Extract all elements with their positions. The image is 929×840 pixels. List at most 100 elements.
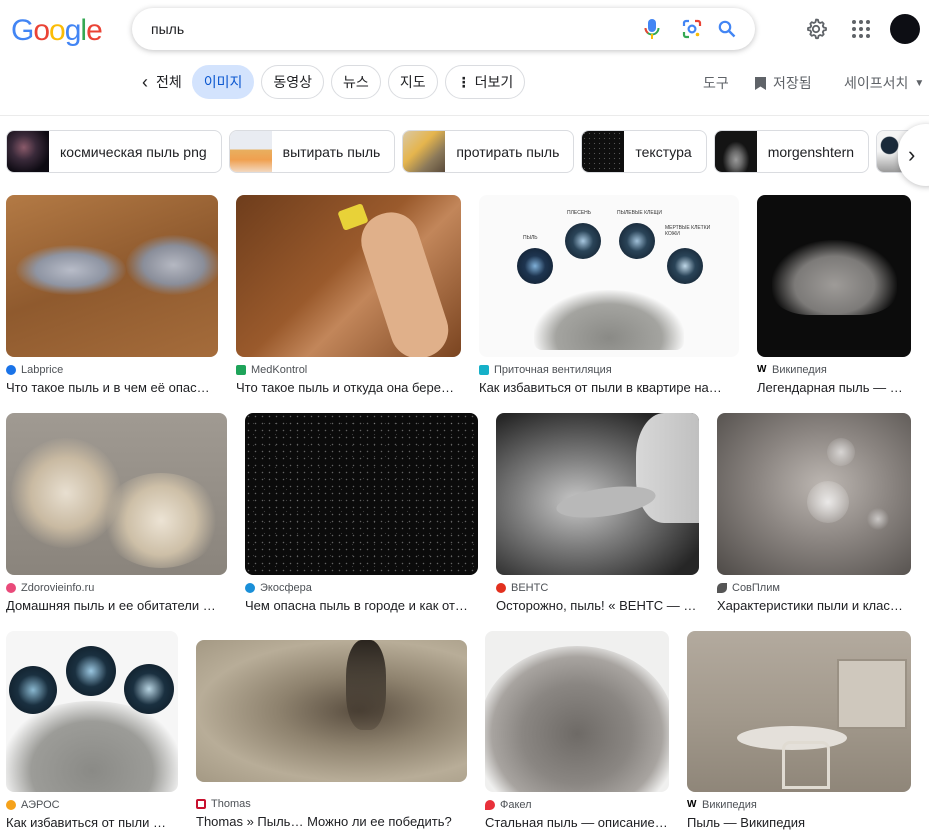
image-result[interactable]: Labprice Что такое пыль и в чем её опас…	[6, 195, 218, 395]
tab-images[interactable]: 이미지	[191, 65, 255, 99]
result-title[interactable]: Чем опасна пыль в городе и как от…	[245, 598, 478, 613]
diagram-label: ПЫЛЬ	[523, 235, 538, 241]
header-divider	[0, 115, 929, 116]
safesearch-label: 세이프서치	[844, 75, 909, 91]
diagram-label: ПЫЛЕВЫЕ КЛЕЩИ	[617, 210, 662, 216]
image-result[interactable]: W Википедия Пыль — Википедия	[687, 631, 911, 830]
result-image[interactable]	[496, 413, 699, 575]
chip-thumbnail	[229, 131, 272, 172]
result-title[interactable]: Легендарная пыль — В…	[757, 380, 911, 395]
lens-icon[interactable]	[681, 18, 703, 40]
chip-thumbnail	[403, 131, 446, 172]
chip-thumbnail	[7, 131, 49, 172]
result-title[interactable]: Осторожно, пыль! « ВЕНТС — о…	[496, 598, 699, 613]
google-logo[interactable]: Google	[11, 14, 103, 48]
favicon	[6, 582, 16, 593]
result-source: СовПлим	[732, 581, 780, 594]
tab-videos-label: 동영상	[273, 74, 313, 90]
related-chip[interactable]: космическая пыль png	[6, 130, 222, 173]
tab-news[interactable]: 뉴스	[331, 65, 381, 99]
result-image[interactable]	[6, 631, 178, 792]
result-title[interactable]: Что такое пыль и в чем её опас…	[6, 380, 218, 395]
chip-label: morgenshtern	[767, 143, 855, 160]
search-icon[interactable]	[716, 18, 738, 40]
chip-label: текстура	[635, 143, 692, 160]
more-vert-icon: ⋮	[456, 73, 471, 90]
image-result[interactable]: СовПлим Характеристики пыли и клас…	[717, 413, 911, 613]
result-source: АЭРОС	[21, 798, 60, 811]
result-image[interactable]	[236, 195, 461, 357]
tab-maps-label: 지도	[399, 74, 426, 90]
image-result[interactable]: ПЫЛЬ ПЛЕСЕНЬ ПЫЛЕВЫЕ КЛЕЩИ МЕРТВЫЕ КЛЕТК…	[479, 195, 739, 395]
tab-more[interactable]: ⋮ 더보기	[444, 65, 526, 99]
safesearch-button[interactable]: 세이프서치 ▼	[844, 73, 924, 93]
tab-news-label: 뉴스	[343, 74, 369, 90]
gear-icon[interactable]	[804, 17, 828, 41]
result-image[interactable]	[687, 631, 911, 792]
favicon	[196, 798, 206, 809]
result-title[interactable]: Домашняя пыль и ее обитатели …	[6, 598, 227, 613]
result-source: Thomas	[211, 797, 251, 810]
result-title[interactable]: Thomas » Пыль… Можно ли ее победить?	[196, 814, 467, 829]
result-source: MedKontrol	[251, 363, 308, 376]
result-source: Экосфера	[260, 581, 312, 594]
result-image[interactable]	[245, 413, 478, 575]
image-result[interactable]: W Википедия Легендарная пыль — В…	[757, 195, 911, 395]
result-image[interactable]	[717, 413, 911, 575]
image-result[interactable]: Zdorovieinfo.ru Домашняя пыль и ее обита…	[6, 413, 227, 613]
wikipedia-icon: W	[687, 798, 697, 810]
result-image[interactable]	[757, 195, 911, 357]
diagram-label: МЕРТВЫЕ КЛЕТКИ КОЖИ	[665, 225, 711, 237]
search-input[interactable]	[151, 18, 631, 40]
tab-all-label: 전체	[156, 74, 182, 90]
related-chip[interactable]: вытирать пыль	[228, 130, 396, 173]
chip-thumbnail	[582, 131, 625, 172]
chip-label: протирать пыль	[456, 143, 560, 160]
result-image[interactable]	[6, 413, 227, 575]
image-result[interactable]: MedKontrol Что такое пыль и откуда она б…	[236, 195, 461, 395]
tab-videos[interactable]: 동영상	[261, 65, 325, 99]
result-image[interactable]	[196, 640, 467, 782]
diagram-label: ПЛЕСЕНЬ	[567, 210, 592, 216]
favicon	[245, 582, 255, 593]
result-source: ВЕНТС	[511, 581, 549, 594]
result-source: Приточная вентиляция	[494, 363, 612, 376]
result-image[interactable]	[6, 195, 218, 357]
tab-more-label: 더보기	[474, 74, 514, 90]
result-source: Википедия	[702, 798, 757, 811]
saved-button[interactable]: 저장됨	[754, 73, 812, 93]
chip-label: вытирать пыль	[282, 143, 381, 160]
image-result[interactable]: АЭРОС Как избавиться от пыли …	[6, 631, 178, 830]
search-box	[132, 8, 755, 50]
apps-icon[interactable]	[849, 17, 873, 41]
related-chip[interactable]: morgenshtern	[713, 130, 870, 173]
image-result[interactable]: Экосфера Чем опасна пыль в городе и как …	[245, 413, 478, 613]
image-result[interactable]: ВЕНТС Осторожно, пыль! « ВЕНТС — о…	[496, 413, 699, 613]
result-image[interactable]	[485, 631, 669, 792]
result-title[interactable]: Как избавиться от пыли в квартире на…	[479, 380, 739, 395]
result-title[interactable]: Пыль — Википедия	[687, 815, 911, 830]
favicon	[479, 364, 489, 375]
favicon	[6, 799, 16, 810]
related-chip[interactable]: текстура	[581, 130, 707, 173]
wikipedia-icon: W	[757, 363, 767, 375]
result-title[interactable]: Как избавиться от пыли …	[6, 815, 178, 830]
result-image[interactable]: ПЫЛЬ ПЛЕСЕНЬ ПЫЛЕВЫЕ КЛЕЩИ МЕРТВЫЕ КЛЕТК…	[479, 195, 739, 357]
tab-maps[interactable]: 지도	[387, 65, 438, 99]
result-title[interactable]: Характеристики пыли и клас…	[717, 598, 911, 613]
result-source: Википедия	[772, 363, 827, 376]
tab-all[interactable]: ‹ 전체	[138, 65, 192, 99]
chevron-left-icon: ‹	[142, 71, 148, 92]
related-chip[interactable]: протирать пыль	[402, 130, 575, 173]
tools-button[interactable]: 도구	[703, 73, 729, 93]
chip-thumbnail	[714, 131, 757, 172]
image-result[interactable]: Thomas Thomas » Пыль… Можно ли ее победи…	[196, 640, 467, 829]
chip-label: космическая пыль png	[60, 143, 207, 160]
avatar[interactable]	[890, 14, 920, 44]
related-searches: космическая пыль png вытирать пыль проти…	[6, 130, 929, 173]
result-title[interactable]: Стальная пыль — описание…	[485, 815, 669, 830]
result-title[interactable]: Что такое пыль и откуда она бере…	[236, 380, 461, 395]
favicon	[496, 582, 506, 593]
mic-icon[interactable]	[641, 18, 663, 40]
image-result[interactable]: Факел Стальная пыль — описание…	[485, 631, 669, 830]
